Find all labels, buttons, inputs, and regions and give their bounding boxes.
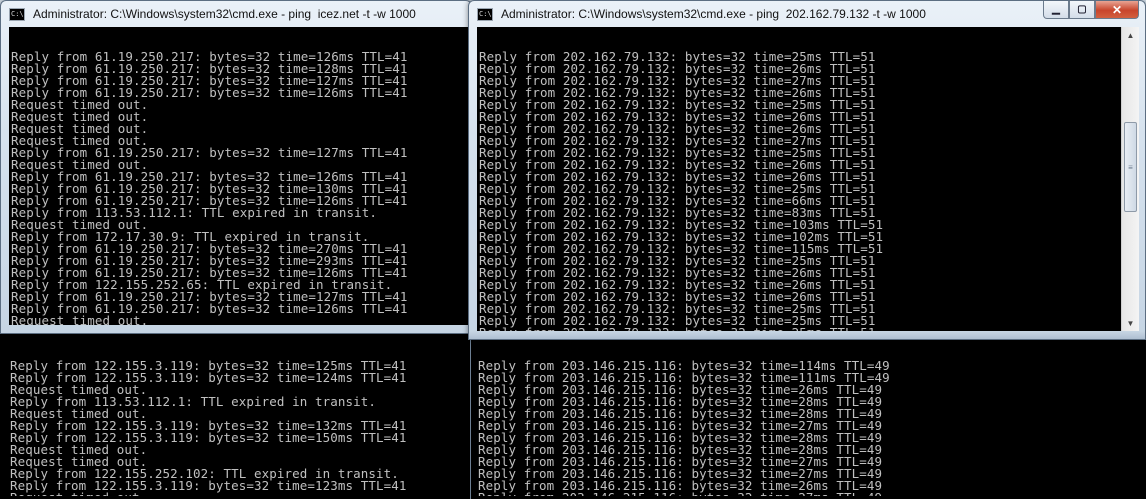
cmd-icon: C:\ (9, 7, 25, 21)
console-output[interactable]: Reply from 61.19.250.217: bytes=32 time=… (9, 27, 469, 325)
window-title: Administrator: C:\Windows\system32\cmd.e… (501, 7, 926, 21)
console-lines: Reply from 203.146.215.116: bytes=32 tim… (478, 359, 1128, 496)
console-output[interactable]: Reply from 202.162.79.132: bytes=32 time… (477, 27, 1121, 331)
cmd-window-bottom-right[interactable]: Reply from 203.146.215.116: bytes=32 tim… (470, 330, 1146, 499)
cmd-icon: C:\ (477, 7, 493, 21)
scrollbar-thumb[interactable]: ≡ (1124, 122, 1137, 212)
caption-buttons: ▁ ▢ ✕ (1043, 1, 1139, 19)
cmd-window-bottom-left[interactable]: Reply from 122.155.3.119: bytes=32 time=… (0, 330, 470, 499)
close-icon: ✕ (1111, 2, 1123, 17)
minimize-icon: ▁ (1052, 4, 1060, 15)
console-lines: Reply from 61.19.250.217: bytes=32 time=… (9, 50, 469, 325)
maximize-icon: ▢ (1077, 4, 1087, 15)
cmd-window-top-left[interactable]: C:\ Administrator: C:\Windows\system32\c… (0, 0, 472, 334)
window-title: Administrator: C:\Windows\system32\cmd.e… (33, 7, 416, 21)
console-line: Reply from 203.146.215.116: bytes=32 tim… (478, 491, 1128, 496)
window-border (469, 331, 1145, 339)
minimize-button[interactable]: ▁ (1043, 1, 1069, 19)
close-button[interactable]: ✕ (1095, 1, 1139, 19)
console-output[interactable]: Reply from 203.146.215.116: bytes=32 tim… (478, 336, 1128, 496)
grip-icon: ≡ (1128, 162, 1133, 172)
title-bar[interactable]: C:\ Administrator: C:\Windows\system32\c… (1, 1, 471, 27)
maximize-button[interactable]: ▢ (1069, 1, 1095, 19)
console-output[interactable]: Reply from 122.155.3.119: bytes=32 time=… (10, 336, 465, 496)
console-lines: Reply from 122.155.3.119: bytes=32 time=… (10, 359, 465, 496)
console-line: Request timed out. (11, 313, 149, 325)
vertical-scrollbar[interactable]: ▲ ≡ ▼ (1121, 27, 1139, 331)
console-lines: Reply from 202.162.79.132: bytes=32 time… (477, 50, 1121, 331)
scroll-down-icon[interactable]: ▼ (1122, 315, 1139, 331)
scroll-up-icon[interactable]: ▲ (1122, 27, 1139, 43)
cmd-window-top-right[interactable]: C:\ Administrator: C:\Windows\system32\c… (468, 0, 1146, 340)
